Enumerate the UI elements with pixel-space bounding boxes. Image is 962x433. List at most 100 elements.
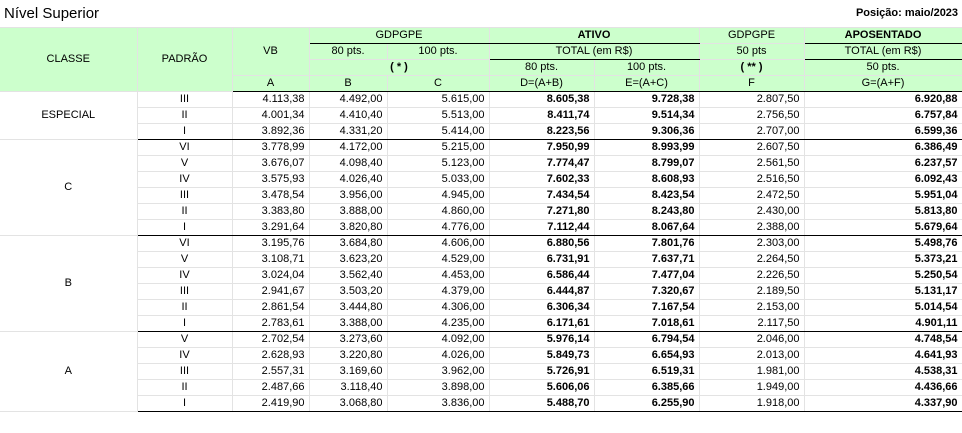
total-ativo-100-cell: 8.608,93: [594, 171, 700, 188]
gdpgpe-50-cell: 1.981,00: [699, 363, 805, 380]
gdpgpe-80-cell: 3.118,40: [309, 379, 388, 396]
total-ativo-100-cell: 7.801,76: [594, 235, 700, 252]
header-total-apos: TOTAL (em R$): [804, 43, 962, 60]
total-ativo-100-cell: 6.654,93: [594, 347, 700, 364]
total-ativo-100-cell: 7.167,54: [594, 299, 700, 316]
gdpgpe-100-cell: 4.235,00: [387, 315, 490, 332]
total-apos-cell: 5.951,04: [804, 187, 962, 204]
total-ativo-100-cell: 9.514,34: [594, 107, 700, 124]
gdpgpe-50-cell: 2.153,00: [699, 299, 805, 316]
header-col-d: D=(A+B): [489, 75, 595, 92]
total-ativo-100-cell: 6.255,90: [594, 395, 700, 412]
header-ativo-100: 100 pts.: [594, 59, 700, 76]
padrao-cell: V: [137, 251, 233, 268]
gdpgpe-80-cell: 4.172,00: [309, 139, 388, 156]
vb-cell: 2.487,66: [232, 379, 310, 396]
gdpgpe-50-cell: 2.707,00: [699, 123, 805, 140]
header-vb: VB: [232, 27, 310, 76]
header-gdpgpe-ativo: GDPGPE: [309, 27, 490, 44]
table-row: V 3.676,07 4.098,40 5.123,00 7.774,47 8.799,0…: [0, 155, 962, 172]
vb-cell: 2.419,90: [232, 395, 310, 412]
total-ativo-80-cell: 8.605,38: [489, 91, 595, 108]
total-apos-cell: 4.748,54: [804, 331, 962, 348]
total-ativo-80-cell: 7.271,80: [489, 203, 595, 220]
padrao-cell: III: [137, 91, 233, 108]
total-apos-cell: 5.498,76: [804, 235, 962, 252]
total-ativo-100-cell: 7.477,04: [594, 267, 700, 284]
total-ativo-100-cell: 7.637,71: [594, 251, 700, 268]
gdpgpe-80-cell: 3.820,80: [309, 219, 388, 236]
total-ativo-80-cell: 5.488,70: [489, 395, 595, 412]
gdpgpe-50-cell: 2.430,00: [699, 203, 805, 220]
header-gdpgpe-apos: GDPGPE: [699, 27, 805, 44]
gdpgpe-100-cell: 4.945,00: [387, 187, 490, 204]
header-aposentado: APOSENTADO: [804, 27, 962, 44]
title-row: Nível Superior Posição: maio/2023: [0, 0, 962, 28]
total-ativo-80-cell: 5.976,14: [489, 331, 595, 348]
header-100pts: 100 pts.: [387, 43, 490, 60]
header-apos-50: 50 pts.: [804, 59, 962, 76]
gdpgpe-50-cell: 2.046,00: [699, 331, 805, 348]
gdpgpe-80-cell: 3.444,80: [309, 299, 388, 316]
total-ativo-80-cell: 7.112,44: [489, 219, 595, 236]
vb-cell: 2.557,31: [232, 363, 310, 380]
table-row: I 3.291,64 3.820,80 4.776,00 7.112,44 8.067,6…: [0, 219, 962, 236]
gdpgpe-50-cell: 2.117,50: [699, 315, 805, 332]
header-col-c: C: [387, 75, 490, 92]
vb-cell: 3.676,07: [232, 155, 310, 172]
total-apos-cell: 6.237,57: [804, 155, 962, 172]
table-row: IV 3.024,04 3.562,40 4.453,00 6.586,44 7.477,…: [0, 267, 962, 284]
header-col-b: B: [309, 75, 388, 92]
gdpgpe-100-cell: 5.123,00: [387, 155, 490, 172]
table-row: C VI 3.778,99 4.172,00 5.215,00 7.950,99 8.993…: [0, 139, 962, 236]
gdpgpe-80-cell: 3.273,60: [309, 331, 388, 348]
classe-cell: ESPECIAL: [0, 91, 138, 140]
padrao-cell: II: [137, 379, 233, 396]
gdpgpe-80-cell: 3.388,00: [309, 315, 388, 332]
header-col-g: G=(A+F): [804, 75, 962, 92]
total-apos-cell: 4.436,66: [804, 379, 962, 396]
table-row: III 3.478,54 3.956,00 4.945,00 7.434,54 8.423…: [0, 187, 962, 204]
padrao-cell: IV: [137, 347, 233, 364]
total-apos-cell: 5.131,17: [804, 283, 962, 300]
gdpgpe-80-cell: 3.220,80: [309, 347, 388, 364]
page-title: Nível Superior: [0, 0, 595, 28]
vb-cell: 4.001,34: [232, 107, 310, 124]
gdpgpe-80-cell: 4.410,40: [309, 107, 388, 124]
table-row: ESPECIAL III 4.113,38 4.492,00 5.615,00 8.605…: [0, 91, 962, 140]
gdpgpe-50-cell: 2.807,50: [699, 91, 805, 108]
gdpgpe-100-cell: 4.606,00: [387, 235, 490, 252]
gdpgpe-80-cell: 4.331,20: [309, 123, 388, 140]
gdpgpe-50-cell: 2.516,50: [699, 171, 805, 188]
total-ativo-80-cell: 8.223,56: [489, 123, 595, 140]
table-body: ESPECIAL III 4.113,38 4.492,00 5.615,00 8.605…: [0, 91, 962, 412]
total-ativo-80-cell: 5.606,06: [489, 379, 595, 396]
header-star-1: ( * ): [309, 59, 490, 76]
padrao-cell: II: [137, 299, 233, 316]
padrao-cell: V: [137, 155, 233, 172]
gdpgpe-80-cell: 4.098,40: [309, 155, 388, 172]
gdpgpe-80-cell: 3.503,20: [309, 283, 388, 300]
gdpgpe-50-cell: 2.226,50: [699, 267, 805, 284]
padrao-cell: VI: [137, 139, 233, 156]
gdpgpe-100-cell: 5.513,00: [387, 107, 490, 124]
salary-table: Nível Superior Posição: maio/2023 CLASSE…: [0, 0, 962, 412]
header-col-e: E=(A+C): [594, 75, 700, 92]
total-ativo-80-cell: 6.171,61: [489, 315, 595, 332]
gdpgpe-50-cell: 2.013,00: [699, 347, 805, 364]
vb-cell: 3.024,04: [232, 267, 310, 284]
gdpgpe-50-cell: 2.472,50: [699, 187, 805, 204]
gdpgpe-80-cell: 4.026,40: [309, 171, 388, 188]
padrao-cell: I: [137, 123, 233, 140]
vb-cell: 2.783,61: [232, 315, 310, 332]
header-padrao: PADRÃO: [137, 27, 233, 92]
vb-cell: 2.861,54: [232, 299, 310, 316]
gdpgpe-80-cell: 3.169,60: [309, 363, 388, 380]
gdpgpe-50-cell: 1.918,00: [699, 395, 805, 412]
vb-cell: 3.778,99: [232, 139, 310, 156]
total-ativo-100-cell: 8.067,64: [594, 219, 700, 236]
total-ativo-80-cell: 6.444,87: [489, 283, 595, 300]
padrao-cell: V: [137, 331, 233, 348]
header-ativo-80: 80 pts.: [489, 59, 595, 76]
vb-cell: 4.113,38: [232, 91, 310, 108]
